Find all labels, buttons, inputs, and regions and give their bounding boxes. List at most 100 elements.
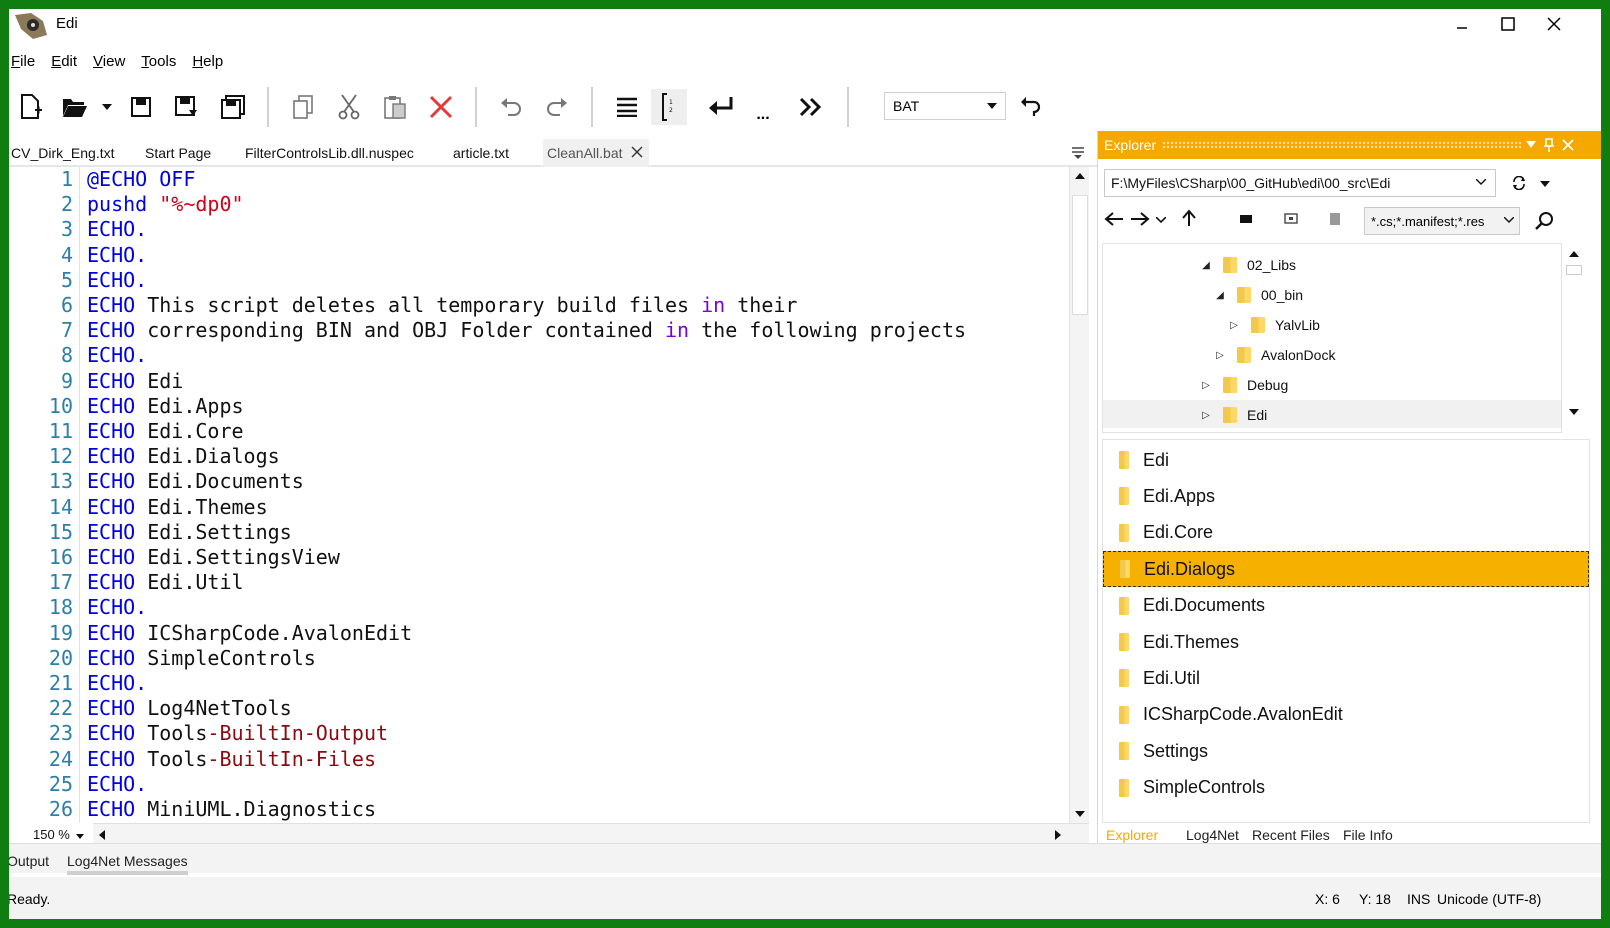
- tree-node[interactable]: ▷ AvalonDock: [1213, 342, 1335, 368]
- desktop-icon[interactable]: [1284, 213, 1298, 225]
- pin-icon[interactable]: [1544, 138, 1554, 152]
- path-input[interactable]: F:\MyFiles\CSharp\00_GitHub\edi\00_src\E…: [1104, 169, 1496, 197]
- menu-file[interactable]: File: [9, 53, 43, 77]
- close-window-button[interactable]: [1531, 9, 1577, 39]
- tab-start-page[interactable]: Start Page: [145, 139, 211, 167]
- tab-list-icon[interactable]: [1071, 147, 1085, 159]
- folder-list-item[interactable]: Edi.Documents: [1103, 588, 1589, 624]
- collapsed-arrow-icon[interactable]: ▷: [1227, 320, 1241, 331]
- code-line[interactable]: ECHO MiniUML.Diagnostics: [87, 797, 376, 822]
- tree-node[interactable]: ◢ 02_Libs: [1199, 252, 1296, 278]
- tab-article[interactable]: article.txt: [453, 139, 509, 167]
- maximize-button[interactable]: [1485, 9, 1531, 39]
- code-line[interactable]: ECHO corresponding BIN and OBJ Folder co…: [87, 318, 966, 343]
- code-line[interactable]: ECHO Edi.Util: [87, 570, 244, 595]
- folder-list-item[interactable]: Edi: [1103, 442, 1589, 478]
- folder-list-item[interactable]: SimpleControls: [1103, 770, 1589, 806]
- code-editor[interactable]: 1 2 3 4 5 6 7 8 9 10 11 12 13 14 15 16 17 18 19 20 21 22 23 24 2…: [9, 167, 1089, 841]
- folder-list-item[interactable]: Settings: [1103, 733, 1589, 769]
- collapsed-arrow-icon[interactable]: ▷: [1199, 410, 1213, 421]
- scroll-thumb[interactable]: [1072, 195, 1088, 315]
- code-line[interactable]: ECHO.: [87, 217, 147, 242]
- menu-help[interactable]: Help: [190, 53, 231, 77]
- chevron-down-icon[interactable]: [1504, 217, 1514, 223]
- open-folder-icon[interactable]: [57, 89, 93, 125]
- scroll-down-icon[interactable]: [1569, 409, 1579, 415]
- code-line[interactable]: ECHO Tools-BuiltIn-Files: [87, 747, 376, 772]
- up-arrow-icon[interactable]: [1182, 209, 1196, 227]
- line-numbers-icon[interactable]: 12: [651, 89, 687, 125]
- code-line[interactable]: ECHO Edi.Dialogs: [87, 444, 280, 469]
- newline-icon[interactable]: [703, 89, 739, 125]
- chevron-down-icon[interactable]: [1476, 179, 1486, 185]
- folder-tree[interactable]: ◢ 02_Libs ◢ 00_bin ▷ YalvLib ▷ AvalonDock ▷ Debug…: [1102, 243, 1562, 433]
- copy-icon[interactable]: [285, 89, 321, 125]
- code-line[interactable]: ECHO SimpleControls: [87, 646, 316, 671]
- code-line[interactable]: ECHO Edi: [87, 369, 183, 394]
- editor-horizontal-scrollbar[interactable]: [93, 823, 1089, 845]
- code-line[interactable]: ECHO Edi.Settings: [87, 520, 292, 545]
- scroll-thumb[interactable]: [1566, 265, 1582, 275]
- tab-explorer[interactable]: Explorer: [1106, 827, 1158, 843]
- code-line[interactable]: ECHO Edi.Themes: [87, 495, 268, 520]
- code-line[interactable]: ECHO Edi.Documents: [87, 469, 304, 494]
- code-line[interactable]: @ECHO OFF: [87, 167, 195, 192]
- search-icon[interactable]: [1534, 211, 1554, 231]
- scroll-left-icon[interactable]: [99, 830, 105, 840]
- zoom-selector[interactable]: 150 %: [33, 827, 84, 842]
- tab-log4net-messages[interactable]: Log4Net Messages: [67, 853, 188, 875]
- new-file-icon[interactable]: [13, 89, 49, 125]
- whitespace-icon[interactable]: ...: [745, 89, 781, 125]
- refresh-icon[interactable]: [1512, 176, 1526, 190]
- code-line[interactable]: ECHO Edi.Core: [87, 419, 244, 444]
- document-icon[interactable]: [1330, 213, 1340, 225]
- code-line[interactable]: ECHO.: [87, 243, 147, 268]
- scroll-up-icon[interactable]: [1569, 251, 1579, 257]
- tab-recent-files[interactable]: Recent Files: [1252, 827, 1330, 843]
- scroll-right-icon[interactable]: [1055, 830, 1061, 840]
- menu-view[interactable]: View: [91, 53, 133, 77]
- word-wrap-icon[interactable]: [609, 89, 645, 125]
- tree-scrollbar[interactable]: [1562, 243, 1586, 433]
- forward-arrow-icon[interactable]: [1130, 211, 1150, 227]
- highlighting-select[interactable]: BAT: [884, 92, 1006, 120]
- tab-filtercontrolslib[interactable]: FilterControlsLib.dll.nuspec: [245, 139, 414, 167]
- drag-grip[interactable]: [1162, 141, 1522, 149]
- minimize-button[interactable]: [1439, 9, 1485, 39]
- close-panel-icon[interactable]: [1562, 139, 1574, 151]
- code-line[interactable]: ECHO Tools-BuiltIn-Output: [87, 721, 388, 746]
- folder-list-item[interactable]: ICSharpCode.AvalonEdit: [1103, 697, 1589, 733]
- tab-cleanall[interactable]: CleanAll.bat: [543, 139, 649, 167]
- rotate-icon[interactable]: [1013, 89, 1049, 125]
- chevron-down-icon[interactable]: [1540, 181, 1550, 187]
- back-arrow-icon[interactable]: [1104, 211, 1124, 227]
- show-more-icon[interactable]: [793, 89, 829, 125]
- code-line[interactable]: ECHO ICSharpCode.AvalonEdit: [87, 621, 412, 646]
- code-line[interactable]: ECHO Edi.Apps: [87, 394, 244, 419]
- tree-node[interactable]: ▷ YalvLib: [1227, 312, 1320, 338]
- collapsed-arrow-icon[interactable]: ▷: [1199, 380, 1213, 391]
- folder-list-item[interactable]: Edi.Util: [1103, 660, 1589, 696]
- menu-tools[interactable]: Tools: [139, 53, 184, 77]
- chevron-down-icon[interactable]: [1156, 217, 1166, 223]
- tab-file-info[interactable]: File Info: [1343, 827, 1393, 843]
- scroll-up-icon[interactable]: [1075, 173, 1085, 179]
- code-line[interactable]: pushd "%~dp0": [87, 192, 244, 217]
- tree-node[interactable]: ◢ 00_bin: [1213, 282, 1303, 308]
- folder-list-item[interactable]: Edi.Dialogs: [1103, 551, 1589, 588]
- dropdown-arrow-icon[interactable]: [97, 89, 117, 125]
- folder-list[interactable]: Edi Edi.Apps Edi.Core Edi.Dialogs Edi.Docume…: [1102, 439, 1590, 823]
- paste-icon[interactable]: [377, 89, 413, 125]
- code-line[interactable]: ECHO.: [87, 595, 147, 620]
- close-tab-icon[interactable]: [631, 146, 643, 158]
- redo-icon[interactable]: [539, 89, 575, 125]
- tab-cv-dirk-eng[interactable]: CV_Dirk_Eng.txt: [11, 139, 114, 167]
- file-filter-select[interactable]: *.cs;*.manifest;*.res: [1364, 207, 1520, 235]
- save-icon[interactable]: [123, 89, 159, 125]
- delete-icon[interactable]: [423, 89, 459, 125]
- tab-output[interactable]: Output: [9, 853, 49, 869]
- save-all-icon[interactable]: [215, 89, 251, 125]
- tree-node[interactable]: ▷ Debug: [1199, 372, 1288, 398]
- scroll-down-icon[interactable]: [1075, 811, 1085, 817]
- folder-list-item[interactable]: Edi.Core: [1103, 515, 1589, 551]
